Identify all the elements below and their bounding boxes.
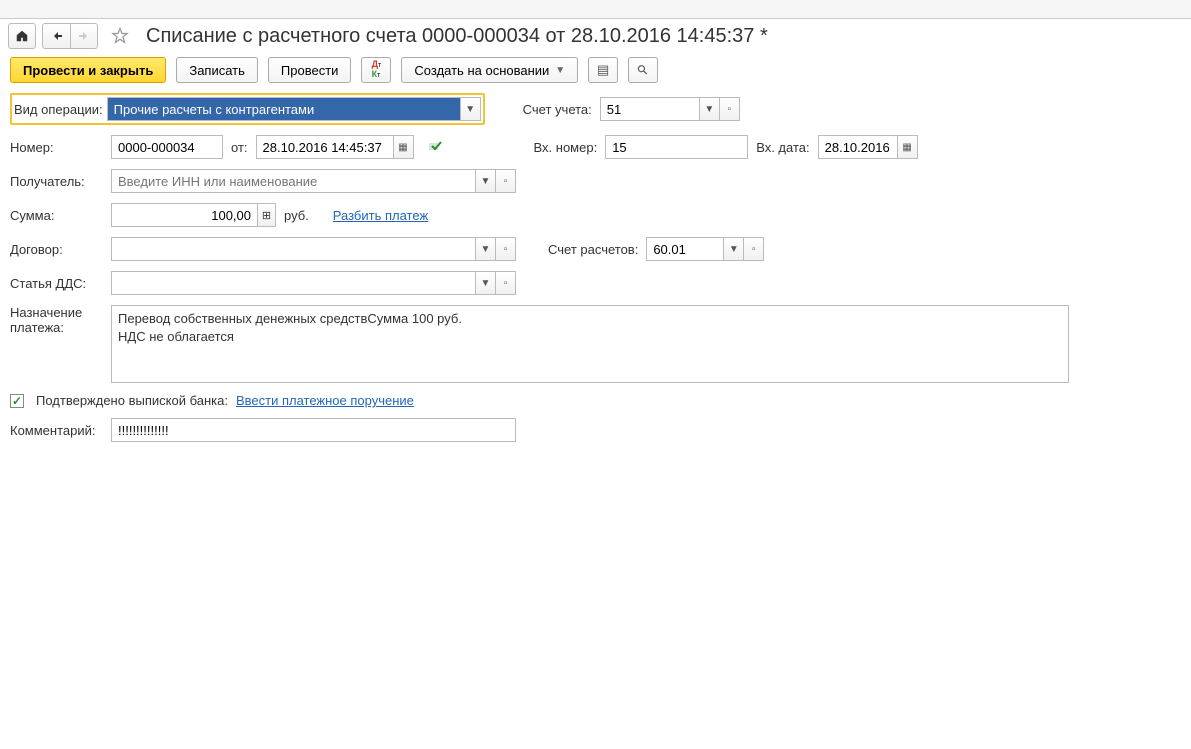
recipient-field: ▼ ▫	[111, 169, 516, 193]
recipient-input[interactable]	[111, 169, 476, 193]
calculator-icon: ⊞	[262, 209, 271, 222]
operation-type-group: Вид операции: ▼	[10, 93, 485, 125]
window-tabs-bar	[0, 0, 1191, 19]
toolbar: Провести и закрыть Записать Провести ДтК…	[0, 53, 1191, 93]
label-in-date: Вх. дата:	[756, 140, 809, 155]
comment-input[interactable]	[111, 418, 516, 442]
label-currency: руб.	[284, 208, 309, 223]
settlement-account-field: ▼ ▫	[646, 237, 764, 261]
dds-dropdown[interactable]: ▼	[476, 271, 496, 295]
label-in-number: Вх. номер:	[534, 140, 598, 155]
label-account: Счет учета:	[523, 102, 592, 117]
dds-open[interactable]: ▫	[496, 271, 516, 295]
settlement-account-open[interactable]: ▫	[744, 237, 764, 261]
number-input[interactable]	[111, 135, 223, 159]
document-tree-icon: ▤	[597, 62, 609, 78]
label-operation-type: Вид операции:	[14, 102, 103, 117]
header-bar: Списание с расчетного счета 0000-000034 …	[0, 19, 1191, 53]
row-amount: Сумма: ⊞ руб. Разбить платеж	[10, 203, 1181, 227]
purpose-textarea[interactable]: Перевод собственных денежных средствСумм…	[111, 305, 1069, 383]
check-icon	[428, 139, 444, 153]
account-open[interactable]: ▫	[720, 97, 740, 121]
row-number: Номер: от: ▦ Вх. номер: Вх. дата: ▦	[10, 135, 1181, 159]
row-purpose: Назначение платежа: Перевод собственных …	[10, 305, 1181, 383]
label-contract: Договор:	[10, 242, 103, 257]
post-button[interactable]: Провести	[268, 57, 352, 83]
back-button[interactable]	[42, 23, 70, 49]
dtkt-button[interactable]: ДтКт	[361, 57, 391, 83]
form-area: Вид операции: ▼ Счет учета: ▼ ▫ Номер: о…	[0, 93, 1191, 442]
label-dds: Статья ДДС:	[10, 276, 103, 291]
date-ok-mark[interactable]	[428, 139, 444, 156]
row-operation-type: Вид операции: ▼ Счет учета: ▼ ▫	[10, 93, 1181, 125]
label-from: от:	[231, 140, 248, 155]
operation-type-field: ▼	[107, 97, 481, 121]
operation-type-input[interactable]	[107, 97, 461, 121]
date-calendar[interactable]: ▦	[394, 135, 414, 159]
label-purpose: Назначение платежа:	[10, 305, 103, 335]
account-dropdown[interactable]: ▼	[700, 97, 720, 121]
date-input[interactable]	[256, 135, 394, 159]
in-date-calendar[interactable]: ▦	[898, 135, 918, 159]
arrow-right-icon	[78, 30, 90, 42]
label-comment: Комментарий:	[10, 423, 103, 438]
amount-input[interactable]	[111, 203, 258, 227]
amount-field: ⊞	[111, 203, 276, 227]
home-icon	[15, 29, 29, 43]
label-confirmed: Подтверждено выпиской банка:	[36, 393, 228, 408]
create-based-button[interactable]: Создать на основании ▼	[401, 57, 578, 83]
settlement-account-input[interactable]	[646, 237, 724, 261]
account-input[interactable]	[600, 97, 700, 121]
nav-group	[42, 23, 98, 49]
in-number-field	[605, 135, 748, 159]
chevron-down-icon: ▼	[555, 65, 565, 76]
split-payment-link[interactable]: Разбить платеж	[333, 208, 428, 223]
forward-button[interactable]	[70, 23, 98, 49]
star-icon	[110, 26, 130, 46]
label-amount: Сумма:	[10, 208, 103, 223]
label-number: Номер:	[10, 140, 103, 155]
row-dds: Статья ДДС: ▼ ▫	[10, 271, 1181, 295]
dds-field: ▼ ▫	[111, 271, 516, 295]
operation-type-dropdown[interactable]: ▼	[461, 97, 481, 121]
in-date-field: ▦	[818, 135, 918, 159]
calendar-icon: ▦	[398, 142, 407, 153]
write-button[interactable]: Записать	[176, 57, 258, 83]
row-comment: Комментарий:	[10, 418, 1181, 442]
in-number-input[interactable]	[605, 135, 748, 159]
create-based-label: Создать на основании	[414, 63, 549, 78]
paperclip-icon: ⚲	[634, 61, 652, 79]
dds-input[interactable]	[111, 271, 476, 295]
recipient-dropdown[interactable]: ▼	[476, 169, 496, 193]
home-button[interactable]	[8, 23, 36, 49]
number-field	[111, 135, 223, 159]
label-recipient: Получатель:	[10, 174, 103, 189]
contract-open[interactable]: ▫	[496, 237, 516, 261]
comment-field	[111, 418, 516, 442]
favorite-button[interactable]	[108, 24, 132, 48]
contract-field: ▼ ▫	[111, 237, 516, 261]
account-field: ▼ ▫	[600, 97, 740, 121]
dtkt-icon: ДтКт	[372, 60, 382, 80]
page-title: Списание с расчетного счета 0000-000034 …	[146, 25, 768, 48]
in-date-input[interactable]	[818, 135, 898, 159]
label-settlement-account: Счет расчетов:	[548, 242, 638, 257]
structure-button[interactable]: ▤	[588, 57, 618, 83]
calendar-icon: ▦	[902, 142, 911, 153]
enter-payment-link[interactable]: Ввести платежное поручение	[236, 393, 414, 408]
row-confirmed: Подтверждено выпиской банка: Ввести плат…	[10, 393, 1181, 408]
row-contract: Договор: ▼ ▫ Счет расчетов: ▼ ▫	[10, 237, 1181, 261]
amount-calculator[interactable]: ⊞	[258, 203, 276, 227]
contract-input[interactable]	[111, 237, 476, 261]
attach-button[interactable]: ⚲	[628, 57, 658, 83]
row-recipient: Получатель: ▼ ▫	[10, 169, 1181, 193]
arrow-left-icon	[51, 30, 63, 42]
recipient-open[interactable]: ▫	[496, 169, 516, 193]
post-and-close-button[interactable]: Провести и закрыть	[10, 57, 166, 83]
confirmed-checkbox[interactable]	[10, 394, 24, 408]
contract-dropdown[interactable]: ▼	[476, 237, 496, 261]
date-field: ▦	[256, 135, 414, 159]
settlement-account-dropdown[interactable]: ▼	[724, 237, 744, 261]
